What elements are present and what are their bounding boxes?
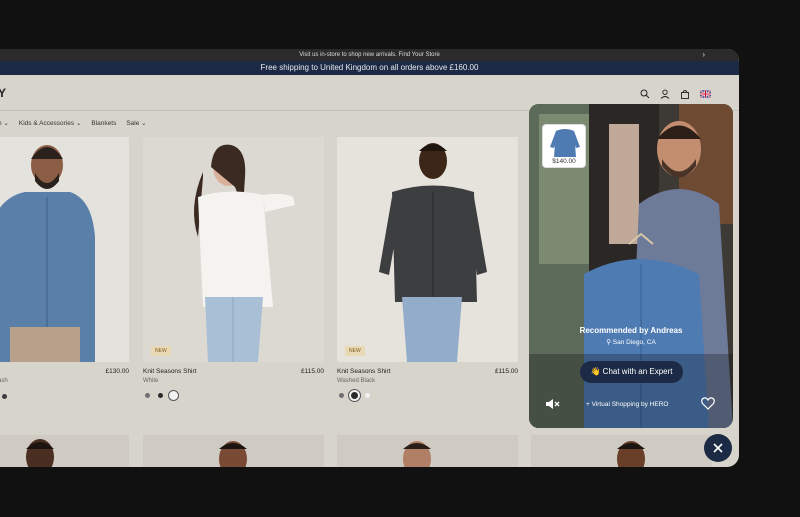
mute-icon[interactable] (545, 398, 561, 410)
logo[interactable]: Y (0, 86, 6, 100)
pin-icon: ⚲ (606, 339, 613, 346)
uk-flag-icon[interactable] (700, 90, 711, 98)
product-color: ash (0, 378, 8, 384)
product-image[interactable] (337, 435, 518, 467)
nav-item-kids-accessories[interactable]: Kids & Accessories ⌄ (19, 119, 82, 127)
shipping-text: Free shipping to United Kingdom on all o… (260, 63, 479, 72)
close-button[interactable] (704, 434, 732, 462)
product-image[interactable]: NEW (337, 137, 518, 362)
product-color: Washed Black (337, 378, 376, 384)
color-swatch-black[interactable] (158, 393, 163, 398)
nav-item-men[interactable]: n ⌄ (0, 119, 9, 127)
thumbnail-price: $140.00 (552, 158, 576, 165)
search-icon[interactable] (640, 89, 650, 99)
color-swatch-white[interactable] (365, 393, 370, 398)
color-swatch-grey[interactable] (145, 393, 150, 398)
product-price: £115.00 (300, 368, 324, 375)
close-icon[interactable] (704, 434, 732, 462)
color-swatch-black[interactable] (348, 389, 361, 402)
product-image[interactable] (0, 137, 129, 362)
bag-icon[interactable] (680, 89, 690, 99)
announcement-bar[interactable]: Visit us in-store to shop new arrivals. … (0, 49, 739, 61)
credit-text[interactable]: Virtual Shopping by HERO (592, 401, 669, 408)
product-thumbnail[interactable]: $140.00 (542, 124, 586, 168)
product-image[interactable] (531, 435, 712, 467)
product-price: £130.00 (105, 368, 130, 375)
product-card[interactable]: NEW Knit Seasons Shirt £115.00 White (143, 137, 324, 407)
product-card[interactable]: t £130.00 ash (0, 137, 130, 407)
header-icons (640, 89, 711, 99)
product-image[interactable] (0, 435, 129, 467)
location-text: San Diego, CA (612, 339, 656, 346)
recommended-by: Recommended by Andreas (579, 326, 683, 335)
product-image[interactable] (143, 435, 324, 467)
product-color: White (143, 378, 159, 384)
virtual-shopping-credit[interactable]: + Virtual Shopping by HERO (586, 401, 668, 408)
heart-icon[interactable] (701, 397, 715, 410)
shipping-bar: Free shipping to United Kingdom on all o… (0, 61, 739, 75)
nav-item-blankets[interactable]: Blankets (91, 120, 116, 127)
new-badge: NEW (345, 346, 365, 356)
color-swatch[interactable] (2, 394, 7, 399)
model-photo (194, 144, 295, 362)
chat-with-expert-button[interactable]: 👋 Chat with an Expert (580, 361, 683, 383)
announcement-text[interactable]: Visit us in-store to shop new arrivals. … (299, 52, 440, 58)
product-name[interactable]: Knit Seasons Shirt (143, 368, 196, 375)
product-card[interactable]: NEW Knit Seasons Shirt £115.00 Washed Bl… (337, 137, 518, 407)
chevron-right-icon[interactable]: › (702, 49, 705, 61)
model-photo (379, 143, 487, 362)
location: ⚲ San Diego, CA (529, 338, 733, 346)
new-badge: NEW (151, 346, 171, 356)
color-swatch-grey[interactable] (339, 393, 344, 398)
account-icon[interactable] (660, 89, 670, 99)
product-price: £115.00 (494, 368, 518, 375)
product-image[interactable]: NEW (143, 137, 324, 362)
model-photo (0, 145, 95, 362)
category-nav: n ⌄ Kids & Accessories ⌄ Blankets Sale ⌄ (0, 112, 147, 134)
color-swatch-white[interactable] (168, 390, 179, 401)
nav-item-sale[interactable]: Sale ⌄ (126, 119, 146, 127)
product-name[interactable]: Knit Seasons Shirt (337, 368, 390, 375)
